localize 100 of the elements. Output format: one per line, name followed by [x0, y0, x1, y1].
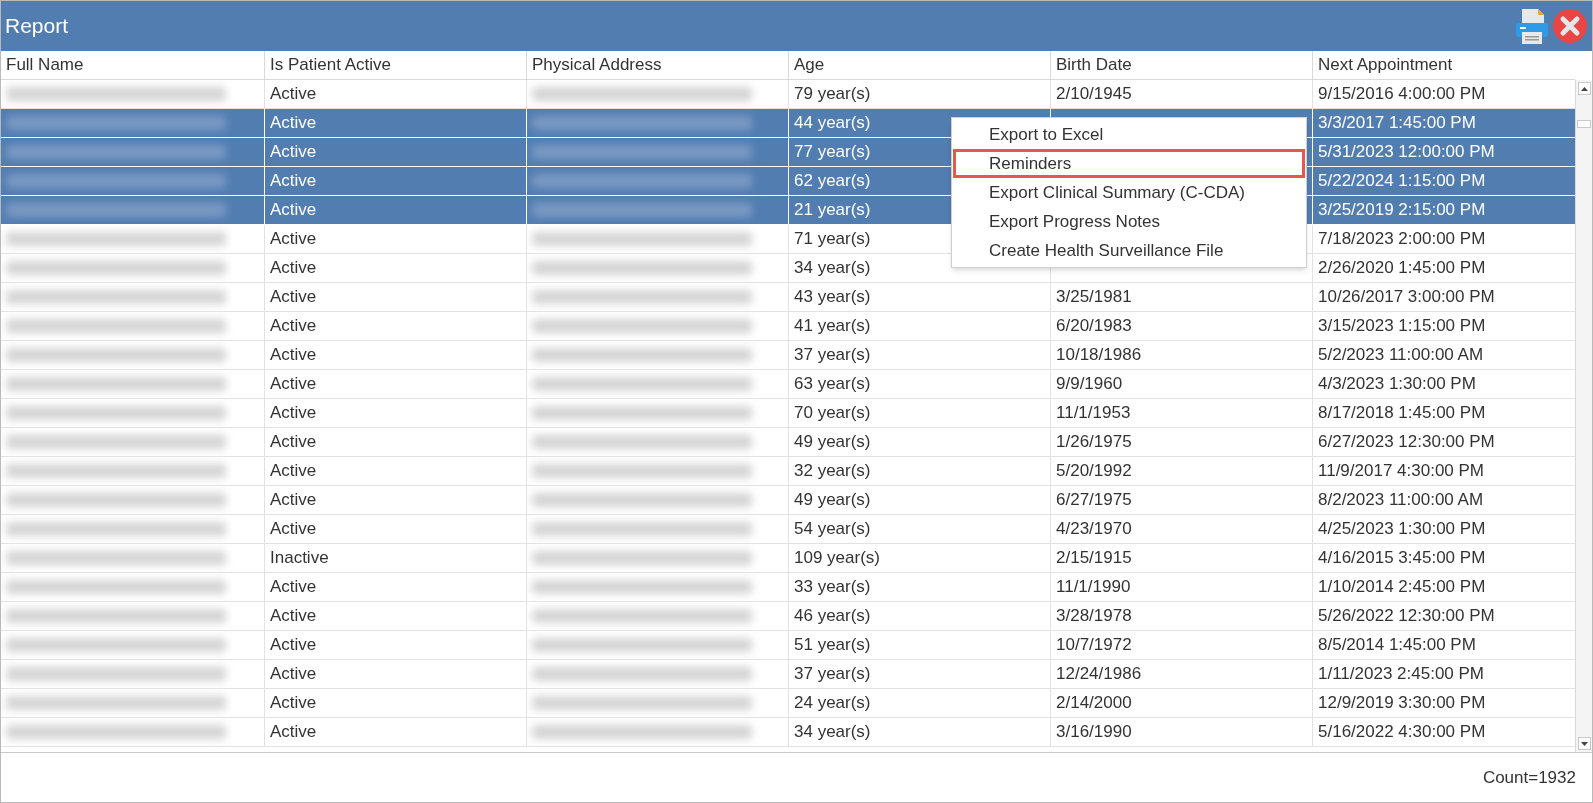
table-cell-text: Active	[270, 634, 317, 657]
table-cell-text: 24 year(s)	[794, 692, 871, 715]
table-cell-text: 2/10/1945	[1056, 83, 1132, 106]
close-icon[interactable]	[1552, 8, 1588, 44]
table-cell-text: 3/28/1978	[1056, 605, 1132, 628]
table-cell-text: Active	[270, 721, 317, 744]
table-cell-text: Active	[270, 489, 317, 512]
table-cell-text: Active	[270, 286, 317, 309]
column-header[interactable]: Next Appointment	[1313, 51, 1575, 79]
table-cell-text: Inactive	[270, 547, 329, 570]
table-cell-text: 8/2/2023 11:00:00 AM	[1318, 489, 1484, 512]
down-arrow-icon	[1580, 741, 1588, 746]
table-cell-text: 3/25/2019 2:15:00 PM	[1318, 199, 1486, 222]
table-cell-text: 49 year(s)	[794, 431, 871, 454]
table-cell-text: 5/22/2024 1:15:00 PM	[1318, 170, 1486, 193]
table-cell-text: Active	[270, 344, 317, 367]
table-cell-text: Active	[270, 663, 317, 686]
scrollbar[interactable]	[1575, 80, 1592, 752]
table-cell-text: 11/1/1953	[1056, 402, 1131, 425]
table-cell-text: 4/16/2015 3:45:00 PM	[1318, 547, 1486, 570]
table-cell-text: 79 year(s)	[794, 83, 871, 106]
table-cell-text: 8/5/2014 1:45:00 PM	[1318, 634, 1476, 657]
table-cell-text: 10/7/1972	[1056, 634, 1132, 657]
table-cell-text: 71 year(s)	[794, 228, 871, 251]
column-header[interactable]: Is Patient Active	[265, 51, 527, 79]
table-cell-text: 5/31/2023 12:00:00 PM	[1318, 141, 1495, 164]
table-cell-text: 6/27/2023 12:30:00 PM	[1318, 431, 1495, 454]
table-cell-text: 11/9/2017 4:30:00 PM	[1318, 460, 1485, 483]
record-count: Count=1932	[1482, 766, 1576, 789]
table-cell-text: Active	[270, 373, 317, 396]
table-cell-text: 34 year(s)	[794, 257, 871, 280]
table-cell-text: 109 year(s)	[794, 547, 880, 570]
table-cell-text: 33 year(s)	[794, 576, 871, 599]
printer-icon[interactable]	[1514, 7, 1550, 45]
column-header[interactable]: Birth Date	[1051, 51, 1313, 79]
table-cell-text: 44 year(s)	[794, 112, 871, 135]
table-cell-text: Active	[270, 112, 317, 135]
table-cell-text: Active	[270, 315, 317, 338]
table-cell-text: 2/14/2000	[1056, 692, 1132, 715]
table-cell-text: 3/15/2023 1:15:00 PM	[1318, 315, 1486, 338]
table-cell-text: 3/3/2017 1:45:00 PM	[1318, 112, 1476, 135]
table-cell-text: 6/20/1983	[1056, 315, 1132, 338]
table-cell-text: 2/26/2020 1:45:00 PM	[1318, 257, 1486, 280]
table-cell-text: 4/3/2023 1:30:00 PM	[1318, 373, 1476, 396]
column-header[interactable]: Physical Address	[527, 51, 789, 79]
table-cell-text: 3/25/1981	[1056, 286, 1132, 309]
window-title: Report	[5, 13, 69, 40]
table-cell-text: 10/26/2017 3:00:00 PM	[1318, 286, 1495, 309]
scroll-up-button[interactable]	[1577, 82, 1591, 95]
column-header[interactable]: Age	[789, 51, 1051, 79]
table-cell-text: 5/2/2023 11:00:00 AM	[1318, 344, 1484, 367]
table-cell-text: 77 year(s)	[794, 141, 871, 164]
table-cell-text: 11/1/1990	[1056, 576, 1131, 599]
table-cell-text: 3/16/1990	[1056, 721, 1132, 744]
table-cell-text: 37 year(s)	[794, 344, 871, 367]
table-cell-text: 5/26/2022 12:30:00 PM	[1318, 605, 1495, 628]
table-cell-text: 62 year(s)	[794, 170, 871, 193]
table-cell-text: 1/11/2023 2:45:00 PM	[1318, 663, 1485, 686]
menu-item[interactable]: Create Health Surveillance File	[956, 236, 1302, 265]
table-cell-text: 54 year(s)	[794, 518, 871, 541]
table-cell-text: 51 year(s)	[794, 634, 871, 657]
table-cell-text: 5/20/1992	[1056, 460, 1132, 483]
table-cell-text: 2/15/1915	[1056, 547, 1132, 570]
table-cell-text: Active	[270, 576, 317, 599]
table-cell-text: Active	[270, 83, 317, 106]
table-cell-text: 6/27/1975	[1056, 489, 1132, 512]
table-cell-text: 43 year(s)	[794, 286, 871, 309]
menu-item[interactable]: Reminders	[953, 149, 1305, 178]
table-cell-text: 46 year(s)	[794, 605, 871, 628]
table-cell-text: 4/23/1970	[1056, 518, 1132, 541]
table-cell-text: Active	[270, 257, 317, 280]
table-cell-text: 1/10/2014 2:45:00 PM	[1318, 576, 1486, 599]
table-cell-text: Active	[270, 605, 317, 628]
table-cell-text: 41 year(s)	[794, 315, 871, 338]
table-cell-text: Active	[270, 228, 317, 251]
table-cell-text: Active	[270, 460, 317, 483]
table-cell-text: 21 year(s)	[794, 199, 871, 222]
scroll-thumb[interactable]	[1577, 120, 1591, 128]
scroll-down-button[interactable]	[1577, 737, 1591, 750]
table-cell-text: 37 year(s)	[794, 663, 871, 686]
table-cell-text: 1/26/1975	[1056, 431, 1132, 454]
column-header[interactable]: Full Name	[1, 51, 265, 79]
table-cell-text: 10/18/1986	[1056, 344, 1142, 367]
table-cell-text: Active	[270, 170, 317, 193]
table-cell-text: Active	[270, 692, 317, 715]
table-cell-text: Active	[270, 199, 317, 222]
table-cell-text: 9/9/1960	[1056, 373, 1123, 396]
table-cell-text: 5/16/2022 4:30:00 PM	[1318, 721, 1486, 744]
table-cell-text: 34 year(s)	[794, 721, 871, 744]
table-cell-text: 9/15/2016 4:00:00 PM	[1318, 83, 1486, 106]
table-cell-text: 12/24/1986	[1056, 663, 1142, 686]
table-cell-text: 8/17/2018 1:45:00 PM	[1318, 402, 1486, 425]
table-cell-text: 49 year(s)	[794, 489, 871, 512]
table-cell-text: 70 year(s)	[794, 402, 871, 425]
table-cell-text: 4/25/2023 1:30:00 PM	[1318, 518, 1486, 541]
table-cell-text: Active	[270, 431, 317, 454]
up-arrow-icon	[1580, 86, 1588, 91]
table-cell-text: Active	[270, 141, 317, 164]
table-cell-text: Active	[270, 518, 317, 541]
table-cell-text: 7/18/2023 2:00:00 PM	[1318, 228, 1486, 251]
